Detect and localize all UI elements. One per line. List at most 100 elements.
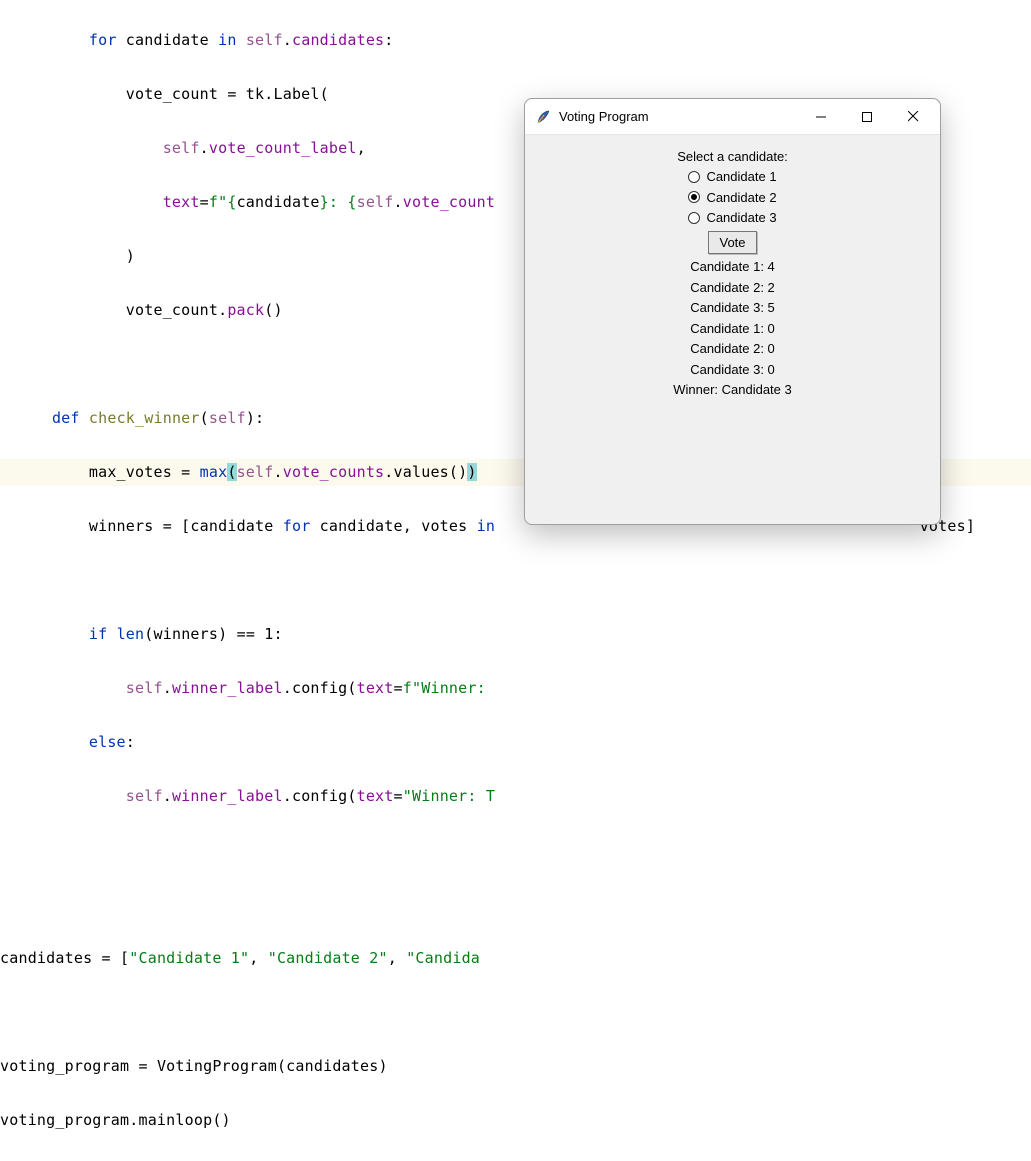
id: vote_count [126, 301, 218, 319]
count-label: Candidate 3: 5 [525, 300, 940, 315]
paren: () [264, 301, 282, 319]
kw-else: else [89, 733, 126, 751]
maximize-button[interactable] [844, 102, 890, 132]
kw-for: for [283, 517, 311, 535]
dot: . [129, 1111, 138, 1129]
radio-label: Candidate 2 [706, 190, 776, 205]
count-label: Candidate 1: 4 [525, 259, 940, 274]
self: self [163, 139, 200, 157]
attr: pack [227, 301, 264, 319]
paren: ( [347, 679, 356, 697]
id: winners [89, 517, 154, 535]
op: = [394, 679, 403, 697]
method: config [292, 787, 347, 805]
paren-hl: ( [227, 463, 236, 481]
count-label: Candidate 2: 0 [525, 341, 940, 356]
comma: , [388, 949, 406, 967]
id: candidate [320, 517, 403, 535]
str: "Candidate 1" [129, 949, 249, 967]
tkinter-window[interactable]: Voting Program Select a candidate: Candi… [524, 98, 941, 525]
radio-row-0[interactable]: Candidate 1 [525, 169, 940, 184]
radio-row-1[interactable]: Candidate 2 [525, 190, 940, 205]
comma: , [403, 517, 421, 535]
close-button[interactable] [890, 102, 936, 132]
id: candidates [0, 949, 92, 967]
attr: winner_label [172, 787, 283, 805]
paren: ( [277, 1057, 286, 1075]
titlebar[interactable]: Voting Program [525, 99, 940, 135]
str: "Winner: T [403, 787, 495, 805]
winner-label: Winner: Candidate 3 [525, 382, 940, 397]
str: } [320, 193, 329, 211]
attr: winner_label [172, 679, 283, 697]
attr: candidates [292, 31, 384, 49]
str: : [329, 193, 347, 211]
op: = [129, 1057, 157, 1075]
id: candidate [237, 193, 320, 211]
paren: ( [347, 787, 356, 805]
str: "Candidate 2" [268, 949, 388, 967]
method: values [394, 463, 449, 481]
paren: ( [144, 625, 153, 643]
paren: ( [200, 409, 209, 427]
minimize-button[interactable] [798, 102, 844, 132]
paren: ( [320, 85, 329, 103]
window-title: Voting Program [559, 109, 798, 124]
radio-icon[interactable] [688, 191, 700, 203]
id: winners [154, 625, 219, 643]
colon: : [274, 625, 283, 643]
id: voting_program [0, 1111, 129, 1129]
feather-icon [535, 109, 551, 125]
paren: () [212, 1111, 230, 1129]
radio-label: Candidate 1 [706, 169, 776, 184]
paren: ) == [218, 625, 264, 643]
attr: vote_count [403, 193, 495, 211]
radio-icon[interactable] [688, 212, 700, 224]
cls: Label [273, 85, 319, 103]
kw-for: for [89, 31, 117, 49]
str: "Candida [406, 949, 480, 967]
op: = tk. [227, 85, 273, 103]
self: self [126, 679, 163, 697]
radio-icon[interactable] [688, 171, 700, 183]
arg: candidates [286, 1057, 378, 1075]
id: max_votes [89, 463, 172, 481]
radio-label: Candidate 3 [706, 210, 776, 225]
paren-hl: ) [467, 463, 476, 481]
kw-def: def [52, 409, 80, 427]
id: candidate [126, 31, 209, 49]
id: voting_program [0, 1057, 129, 1075]
attr: vote_count_label [209, 139, 357, 157]
builtin: max [200, 463, 228, 481]
paren: () [449, 463, 467, 481]
method: mainloop [138, 1111, 212, 1129]
vote-button[interactable]: Vote [708, 231, 756, 254]
count-label: Candidate 3: 0 [525, 362, 940, 377]
str: Winner: [421, 679, 495, 697]
self: self [237, 463, 274, 481]
id: vote_count [126, 85, 218, 103]
op: = [ [92, 949, 129, 967]
radio-row-2[interactable]: Candidate 3 [525, 210, 940, 225]
str: f" [403, 679, 421, 697]
op: = [ [153, 517, 190, 535]
str: { [227, 193, 236, 211]
str: f" [209, 193, 227, 211]
op: = [172, 463, 200, 481]
self: self [246, 31, 283, 49]
kw-in: in [477, 517, 495, 535]
builtin: len [117, 625, 145, 643]
kw-if: if [89, 625, 107, 643]
kw-in: in [218, 31, 236, 49]
kwarg: text [357, 787, 394, 805]
fn: check_winner [89, 409, 200, 427]
self: self [357, 193, 394, 211]
op: = [394, 787, 403, 805]
kwarg: text [357, 679, 394, 697]
paren: ) [378, 1057, 387, 1075]
count-label: Candidate 1: 0 [525, 321, 940, 336]
method: config [292, 679, 347, 697]
count-label: Candidate 2: 2 [525, 280, 940, 295]
self: self [209, 409, 246, 427]
self: self [126, 787, 163, 805]
